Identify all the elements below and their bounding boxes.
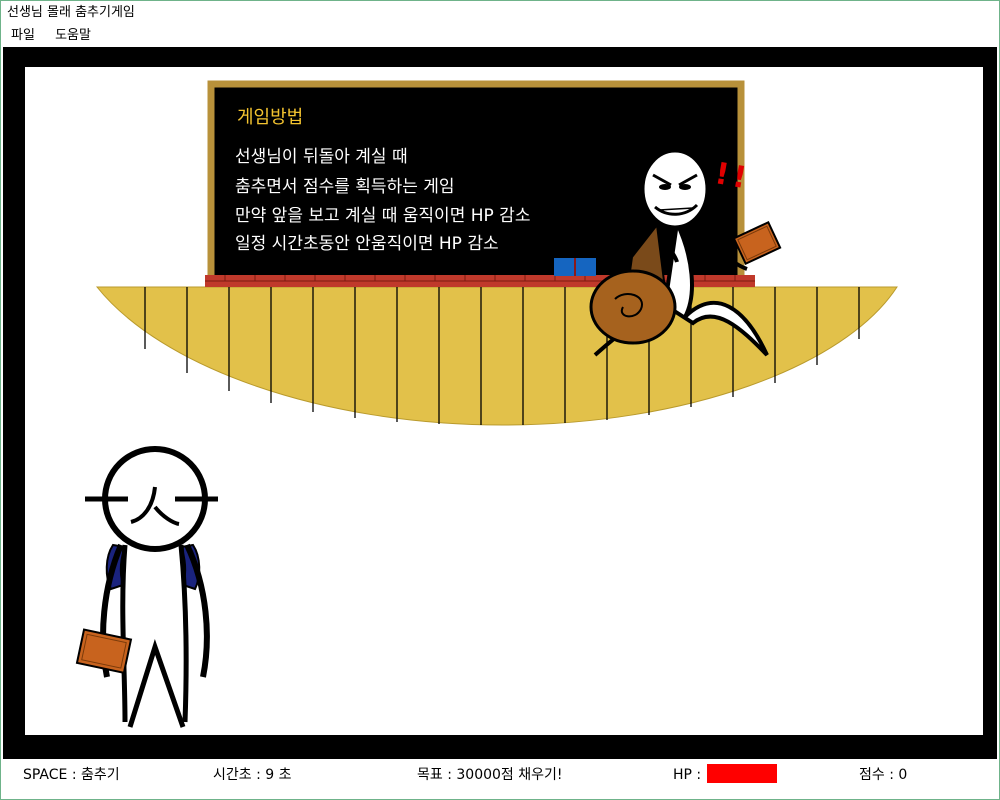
window-title: 선생님 몰래 춤추기게임 [7,5,135,20]
hp-label: HP : [673,767,702,783]
status-bar: SPACE : 춤추기 시간초 : 9 초 목표 : 30000점 채우기! H… [1,761,999,799]
hp-display: HP : [673,761,778,789]
board-line-4: 일정 시간초동안 안움직이면 HP 감소 [235,234,499,254]
menu-file[interactable]: 파일 [3,25,43,47]
board-line-2: 춤추면서 점수를 획득하는 게임 [235,177,455,197]
time-counter: 시간초 : 9 초 [213,767,292,783]
teacher-alert: !! [712,156,754,197]
board-line-1: 선생님이 뒤돌아 계실 때 [235,147,408,167]
classroom-scene [75,80,898,728]
stage [95,286,898,426]
game-canvas[interactable]: 게임방법 선생님이 뒤돌아 계실 때 춤추면서 점수를 획득하는 게임 만약 앞… [25,67,983,735]
hp-bar [707,764,778,783]
student-character [75,446,218,728]
game-window: 선생님 몰래 춤추기게임 파일 도움말 게임방법 선생님이 뒤돌아 계실 때 춤… [0,0,1000,800]
goal-text: 목표 : 30000점 채우기! [417,767,563,783]
board-line-3: 만약 앞을 보고 계실 때 움직이면 HP 감소 [235,206,531,226]
menu-bar: 파일 도움말 [1,25,999,47]
menu-help[interactable]: 도움말 [47,25,99,47]
score-counter: 점수 : 0 [859,767,908,783]
board-title: 게임방법 [237,107,304,128]
space-hint: SPACE : 춤추기 [23,767,120,783]
